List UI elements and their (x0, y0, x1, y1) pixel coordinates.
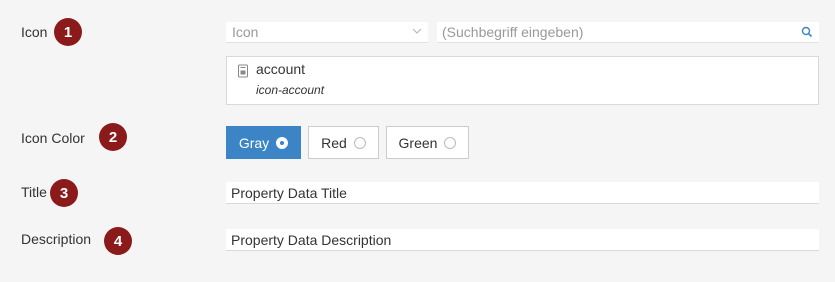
radio-icon[interactable] (353, 136, 366, 149)
icon-search-placeholder: (Suchbegriff eingeben) (442, 24, 584, 40)
step-badge-4: 4 (104, 227, 132, 255)
step-badge-2: 2 (99, 123, 127, 151)
color-option-gray[interactable]: Gray (226, 126, 301, 159)
step-badge-1: 1 (54, 18, 82, 46)
color-option-label: Gray (238, 134, 270, 151)
step-badge-3: 3 (50, 179, 78, 207)
icon-color-label: Icon Color (21, 130, 85, 146)
radio-icon[interactable] (444, 136, 457, 149)
radio-selected-icon[interactable] (276, 136, 289, 149)
description-label: Description (21, 231, 92, 247)
title-label: Title (21, 184, 47, 200)
selected-icon-class: icon-account (256, 83, 325, 97)
color-option-label: Green (398, 134, 438, 151)
icon-search-input[interactable]: (Suchbegriff eingeben) (437, 22, 819, 43)
selected-icon-box[interactable]: account icon-account (226, 56, 819, 105)
icon-category-select[interactable]: Icon (226, 22, 428, 43)
title-input[interactable]: Property Data Title (226, 182, 819, 204)
selected-icon-name: account (256, 61, 306, 77)
search-icon[interactable] (801, 26, 813, 38)
description-input[interactable]: Property Data Description (226, 229, 819, 251)
icon-label: Icon (21, 24, 48, 40)
color-option-green[interactable]: Green (386, 126, 469, 159)
icon-category-select-value: Icon (232, 24, 259, 40)
color-option-red[interactable]: Red (308, 126, 379, 159)
account-icon (238, 64, 248, 78)
color-option-label: Red (321, 134, 347, 151)
chevron-down-icon (412, 28, 422, 34)
